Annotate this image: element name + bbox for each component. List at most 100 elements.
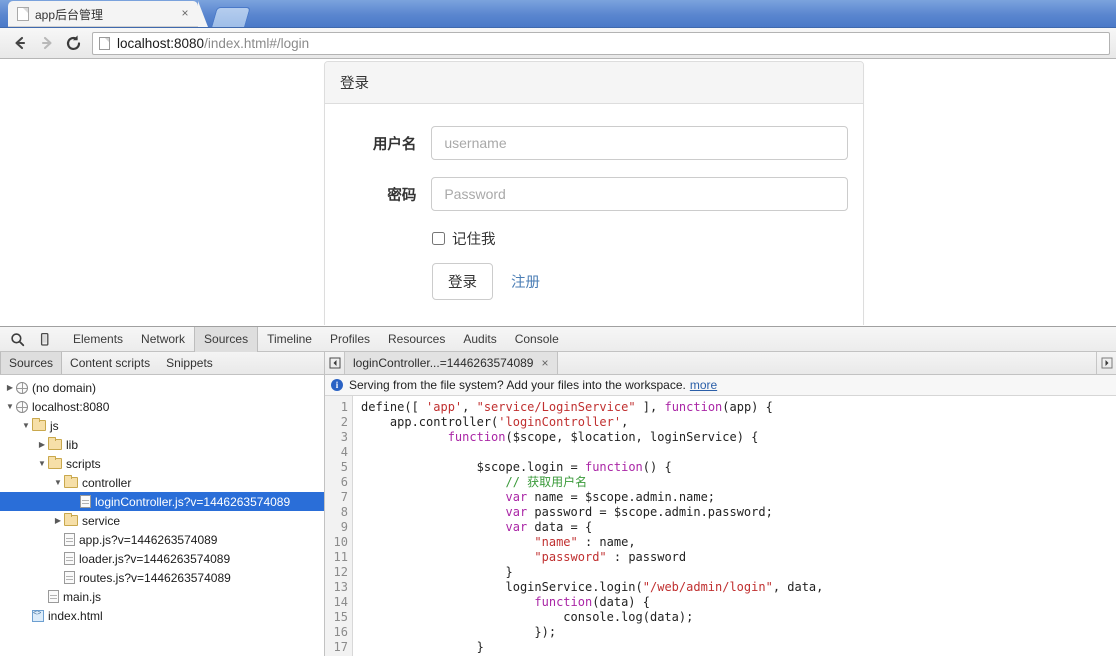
form-row-password: 密码 (340, 177, 848, 211)
code-token-plain: (data) { (592, 594, 650, 609)
file-tree-row[interactable]: loader.js?v=1446263574089 (0, 549, 324, 568)
code-token-plain: loginService.login( (361, 579, 643, 594)
reload-button[interactable] (60, 30, 87, 56)
source-editor: i Serving from the file system? Add your… (325, 375, 1116, 656)
devtools-tab-label: Console (514, 331, 559, 346)
file-tree-row[interactable]: ▶ (no domain) (0, 378, 324, 397)
sources-sidebar-tabs: Sources Content scripts Snippets (0, 352, 325, 374)
file-tree-row[interactable]: index.html (0, 606, 324, 625)
devtools-toolbar: Elements Network Sources Timeline Profiles Re… (0, 326, 1116, 352)
close-icon[interactable]: × (178, 7, 192, 21)
close-icon[interactable]: × (541, 356, 548, 370)
line-number: 4 (340, 444, 348, 459)
code-token-kw: var (505, 489, 528, 504)
file-tree-label: controller (82, 475, 132, 490)
inspect-element-button[interactable] (4, 327, 31, 351)
devtools-tab-timeline[interactable]: Timeline (258, 327, 321, 352)
password-input[interactable] (431, 177, 848, 211)
toggle-navigator-button[interactable] (325, 352, 345, 374)
password-label: 密码 (387, 187, 417, 204)
address-bar[interactable]: localhost:8080/index.html#/login (92, 31, 1110, 55)
file-tree-row[interactable]: ▶ service (0, 511, 324, 530)
sources-subtab-content-scripts[interactable]: Content scripts (62, 352, 158, 374)
chevron-right-icon[interactable]: ▶ (4, 383, 16, 392)
login-panel-title: 登录 (325, 62, 863, 104)
sources-subtab-snippets[interactable]: Snippets (158, 352, 221, 374)
file-tree-row[interactable]: ▼ scripts (0, 454, 324, 473)
devtools-tab-elements[interactable]: Elements (64, 327, 132, 352)
code-token-str: "name" (534, 534, 578, 549)
jsfile-icon (80, 495, 91, 508)
line-number: 9 (340, 519, 348, 534)
editor-tab-logincontroller[interactable]: loginController...=1446263574089 × (345, 352, 558, 374)
forward-button[interactable] (33, 30, 60, 56)
code-token-plain: , data, (772, 579, 824, 594)
chevron-down-icon[interactable]: ▼ (52, 478, 64, 487)
devtools-tab-audits[interactable]: Audits (454, 327, 505, 352)
address-bar-text: localhost:8080/index.html#/login (117, 36, 309, 51)
code-content[interactable]: define([ 'app', "service/LoginService" ]… (353, 396, 1116, 656)
code-token-plain: } (361, 639, 484, 654)
devtools-tab-sources[interactable]: Sources (194, 326, 259, 352)
code-line: var password = $scope.admin.password; (361, 505, 1116, 520)
line-number: 15 (333, 609, 348, 624)
url-path: /index.html#/login (204, 35, 310, 51)
line-number: 10 (333, 534, 348, 549)
browser-tab[interactable]: app后台管理 × (8, 1, 208, 27)
editor-tabs-overflow-button[interactable] (1096, 352, 1116, 374)
devtools-tab-network[interactable]: Network (132, 327, 194, 352)
line-number: 7 (340, 489, 348, 504)
file-tree-row[interactable]: ▼ localhost:8080 (0, 397, 324, 416)
chevron-down-icon[interactable]: ▼ (20, 421, 32, 430)
devtools-tab-label: Elements (73, 331, 124, 346)
chevron-down-icon[interactable]: ▼ (4, 402, 16, 411)
chevron-right-icon[interactable]: ▶ (36, 440, 48, 449)
form-row-remember: 记住我 (340, 228, 848, 249)
register-link[interactable]: 注册 (511, 271, 540, 292)
remember-me-label: 记住我 (452, 232, 496, 248)
devtools-tab-label: Timeline (267, 331, 312, 346)
remember-me-checkbox[interactable] (432, 232, 445, 245)
username-input[interactable] (431, 126, 848, 160)
folder-icon (48, 456, 62, 469)
new-tab-button[interactable] (211, 7, 251, 27)
code-token-plain: : password (606, 549, 687, 564)
code-token-plain: $scope.login = (361, 459, 585, 474)
file-tree-label: routes.js?v=1446263574089 (79, 570, 231, 585)
workspace-more-link[interactable]: more (690, 378, 717, 392)
login-submit-button[interactable]: 登录 (432, 263, 493, 300)
file-tree-row[interactable]: ▼ controller (0, 473, 324, 492)
editor-tab-strip: loginController...=1446263574089 × (325, 352, 1116, 374)
line-number: 5 (340, 459, 348, 474)
chevron-right-icon[interactable]: ▶ (52, 516, 64, 525)
browser-tab-strip: app后台管理 × (0, 0, 1116, 28)
sources-subtab-label: Snippets (166, 356, 213, 370)
code-token-plain: ($scope, $location, loginService) { (505, 429, 759, 444)
back-arrow-icon (14, 36, 25, 50)
sources-subtab-sources[interactable]: Sources (0, 352, 63, 374)
device-mode-button[interactable] (31, 327, 58, 351)
devtools-tab-console[interactable]: Console (506, 327, 568, 352)
reload-icon (66, 34, 81, 50)
code-token-str: 'loginController' (498, 414, 622, 429)
file-tree-row[interactable]: ▼ js (0, 416, 324, 435)
file-tree-row[interactable]: app.js?v=1446263574089 (0, 530, 324, 549)
devtools-tab-profiles[interactable]: Profiles (321, 327, 379, 352)
code-line: app.controller('loginController', (361, 415, 1116, 430)
file-tree-row[interactable]: main.js (0, 587, 324, 606)
code-view[interactable]: 123456789101112131415161718 define([ 'ap… (325, 395, 1116, 656)
devtools-tab-resources[interactable]: Resources (379, 327, 454, 352)
back-button[interactable] (6, 30, 33, 56)
file-tree-row[interactable]: routes.js?v=1446263574089 (0, 568, 324, 587)
file-tree-label: main.js (63, 589, 102, 604)
file-tree-row[interactable]: ▶ lib (0, 435, 324, 454)
chevron-down-icon[interactable]: ▼ (36, 459, 48, 468)
file-tree-label: loader.js?v=1446263574089 (79, 551, 231, 566)
remember-me-checkbox-wrapper[interactable]: 记住我 (432, 228, 496, 249)
url-host: localhost:8080 (117, 35, 205, 51)
form-row-actions: 登录 注册 (340, 263, 848, 300)
file-tree-row-selected[interactable]: loginController.js?v=1446263574089 (0, 492, 324, 511)
